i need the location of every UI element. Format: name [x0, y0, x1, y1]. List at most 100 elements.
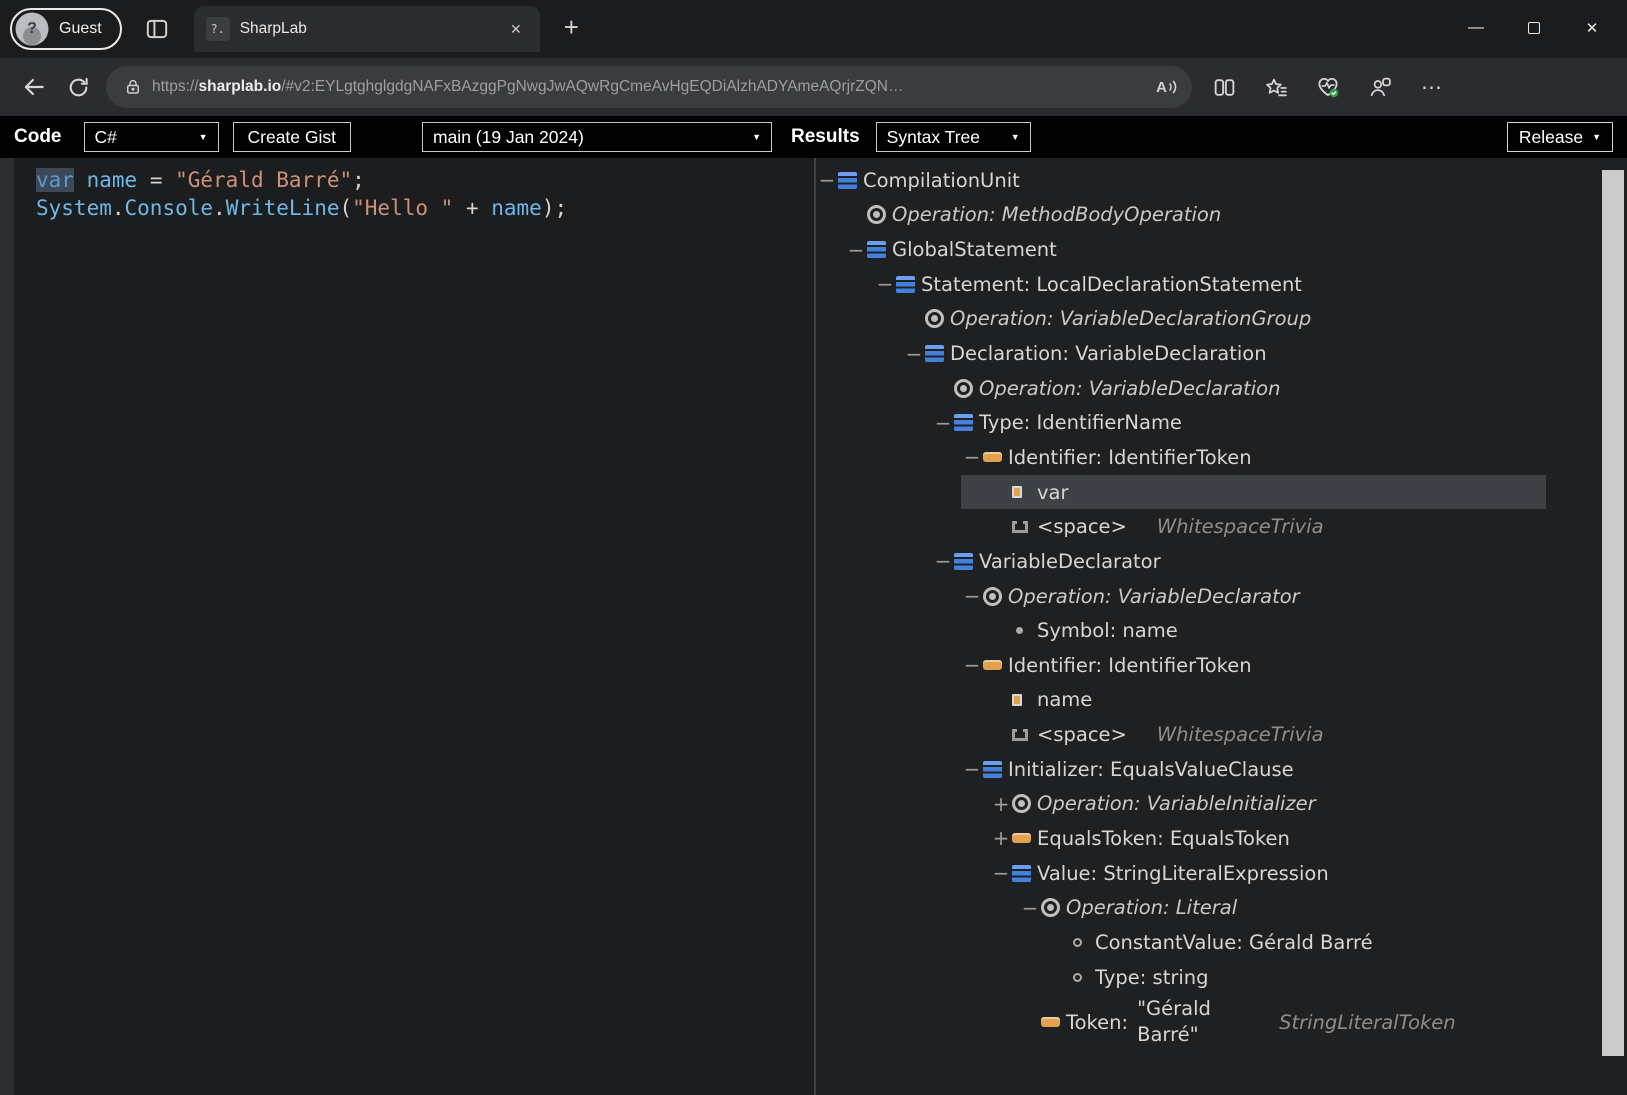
- tree-node-label: Initializer: EqualsValueClause: [1008, 758, 1294, 781]
- collapse-toggle[interactable]: −: [961, 759, 983, 779]
- syntax-tree-panel: −CompilationUnit Operation: MethodBodyOpe…: [816, 158, 1627, 1095]
- tree-node-label: Operation: VariableInitializer: [1037, 792, 1316, 815]
- editor-gutter: [0, 158, 14, 1095]
- tree-node-label: Operation: VariableDeclarationGroup: [950, 307, 1311, 330]
- tree-node-label: <space>: [1037, 723, 1127, 746]
- refresh-button[interactable]: [56, 65, 100, 109]
- syntax-node-icon: [925, 345, 950, 362]
- code-token: =: [137, 168, 175, 192]
- property-bullet-icon: [1012, 627, 1037, 634]
- expand-toggle[interactable]: +: [990, 828, 1012, 848]
- results-view-select[interactable]: Syntax Tree ▼: [876, 122, 1031, 152]
- tree-node-label: Value: StringLiteralExpression: [1037, 862, 1329, 885]
- release-mode-value: Release: [1519, 127, 1583, 148]
- code-line-2: System.Console.WriteLine("Hello " + name…: [36, 195, 814, 223]
- tree-row[interactable]: ConstantValue: Gérald Barré: [816, 925, 1627, 960]
- release-mode-select[interactable]: Release ▼: [1507, 122, 1613, 152]
- tree-row[interactable]: <space>WhitespaceTrivia: [816, 509, 1627, 544]
- operation-icon: [954, 379, 979, 398]
- expand-toggle[interactable]: +: [990, 794, 1012, 814]
- tree-row[interactable]: −Declaration: VariableDeclaration: [816, 336, 1627, 371]
- tree-node-label: Type: IdentifierName: [979, 411, 1182, 434]
- code-token: (: [339, 196, 352, 220]
- tree-row[interactable]: − Type: IdentifierName: [816, 405, 1627, 440]
- tree-row[interactable]: Token:"Gérald Barré"StringLiteralToken: [816, 994, 1627, 1048]
- window-controls: — ✕: [1447, 0, 1621, 56]
- new-tab-button[interactable]: +: [556, 12, 587, 47]
- tree-row[interactable]: + Operation: VariableInitializer: [816, 787, 1627, 822]
- operation-icon: [867, 205, 892, 224]
- close-icon: ✕: [1586, 19, 1599, 37]
- tree-row[interactable]: −Operation: VariableDeclarator: [816, 579, 1627, 614]
- close-button[interactable]: ✕: [1563, 0, 1621, 56]
- tree-row-selected[interactable]: var: [816, 475, 1627, 510]
- guest-avatar: ?: [15, 12, 49, 46]
- tree-row[interactable]: − Value: StringLiteralExpression: [816, 856, 1627, 891]
- collapse-toggle[interactable]: −: [961, 447, 983, 467]
- settings-more-button[interactable]: ⋯: [1410, 65, 1454, 109]
- tree-row[interactable]: Operation: MethodBodyOperation: [816, 198, 1627, 233]
- main-content: var name = "Gérald Barré";System.Console…: [0, 158, 1627, 1095]
- minimize-button[interactable]: —: [1447, 0, 1505, 56]
- results-view-value: Syntax Tree: [887, 127, 980, 148]
- syntax-node-icon: [954, 414, 979, 431]
- collapse-toggle[interactable]: −: [1019, 898, 1041, 918]
- tab-close-icon[interactable]: ✕: [504, 17, 528, 42]
- tree-row[interactable]: Symbol: name: [816, 613, 1627, 648]
- browser-essentials-button[interactable]: [1306, 65, 1350, 109]
- collapse-toggle[interactable]: −: [961, 586, 983, 606]
- node-kind-hint: WhitespaceTrivia: [1157, 723, 1324, 746]
- code-token: );: [542, 196, 567, 220]
- property-ring-icon: [1070, 973, 1095, 982]
- code-token: System: [36, 196, 112, 220]
- more-icon: ⋯: [1421, 75, 1443, 100]
- tree-row[interactable]: − Identifier: IdentifierToken: [816, 648, 1627, 683]
- node-kind-hint: StringLiteralToken: [1279, 1011, 1456, 1034]
- favorites-icon: [1264, 75, 1289, 100]
- tree-row[interactable]: <space> WhitespaceTrivia: [816, 717, 1627, 752]
- code-token: "Hello ": [352, 196, 453, 220]
- code-editor[interactable]: var name = "Gérald Barré";System.Console…: [0, 158, 814, 1095]
- tab-actions-button[interactable]: [142, 14, 172, 44]
- collapse-toggle[interactable]: −: [874, 274, 896, 294]
- workspaces-button[interactable]: [1358, 65, 1402, 109]
- tree-row[interactable]: −Operation: Literal: [816, 890, 1627, 925]
- tree-node-label: Operation: MethodBodyOperation: [892, 203, 1221, 226]
- browser-tab-sharplab[interactable]: ?. SharpLab ✕: [194, 6, 540, 52]
- tree-row[interactable]: − Initializer: EqualsValueClause: [816, 752, 1627, 787]
- tree-row[interactable]: − GlobalStatement: [816, 232, 1627, 267]
- tree-row[interactable]: − Identifier: IdentifierToken: [816, 440, 1627, 475]
- tree-row[interactable]: −Statement: LocalDeclarationStatement: [816, 267, 1627, 302]
- tab-title: SharpLab: [240, 20, 494, 38]
- collapse-toggle[interactable]: −: [961, 655, 983, 675]
- workspaces-icon: [1368, 75, 1393, 100]
- language-select[interactable]: C# ▼: [84, 122, 219, 152]
- tree-row[interactable]: +EqualsToken: EqualsToken: [816, 821, 1627, 856]
- read-aloud-button[interactable]: A: [1156, 79, 1178, 96]
- tree-row[interactable]: Type: string: [816, 960, 1627, 995]
- address-bar[interactable]: https://sharplab.io/#v2:EYLgtghglgdgNAFx…: [106, 66, 1192, 108]
- collapse-toggle[interactable]: −: [903, 344, 925, 364]
- tree-row[interactable]: −VariableDeclarator: [816, 544, 1627, 579]
- collapse-toggle[interactable]: −: [845, 240, 867, 260]
- token-icon: [1012, 833, 1037, 843]
- back-button[interactable]: [12, 65, 56, 109]
- collapse-toggle[interactable]: −: [932, 413, 954, 433]
- maximize-button[interactable]: [1505, 0, 1563, 56]
- branch-select[interactable]: main (19 Jan 2024) ▼: [422, 122, 772, 152]
- collapse-toggle[interactable]: −: [816, 170, 838, 190]
- favorites-button[interactable]: [1254, 65, 1298, 109]
- language-select-value: C#: [95, 127, 117, 148]
- tree-node-label: Identifier: IdentifierToken: [1008, 446, 1252, 469]
- profile-button[interactable]: ? Guest: [10, 8, 122, 50]
- tree-node-label: GlobalStatement: [892, 238, 1057, 261]
- tree-row[interactable]: name: [816, 683, 1627, 718]
- tree-row[interactable]: Operation: VariableDeclarationGroup: [816, 302, 1627, 337]
- create-gist-button[interactable]: Create Gist: [233, 122, 352, 152]
- tree-node-label: Identifier: IdentifierToken: [1008, 654, 1252, 677]
- collapse-toggle[interactable]: −: [990, 863, 1012, 883]
- collapse-toggle[interactable]: −: [932, 551, 954, 571]
- tree-row[interactable]: Operation: VariableDeclaration: [816, 371, 1627, 406]
- tree-row[interactable]: −CompilationUnit: [816, 163, 1627, 198]
- split-screen-button[interactable]: [1202, 65, 1246, 109]
